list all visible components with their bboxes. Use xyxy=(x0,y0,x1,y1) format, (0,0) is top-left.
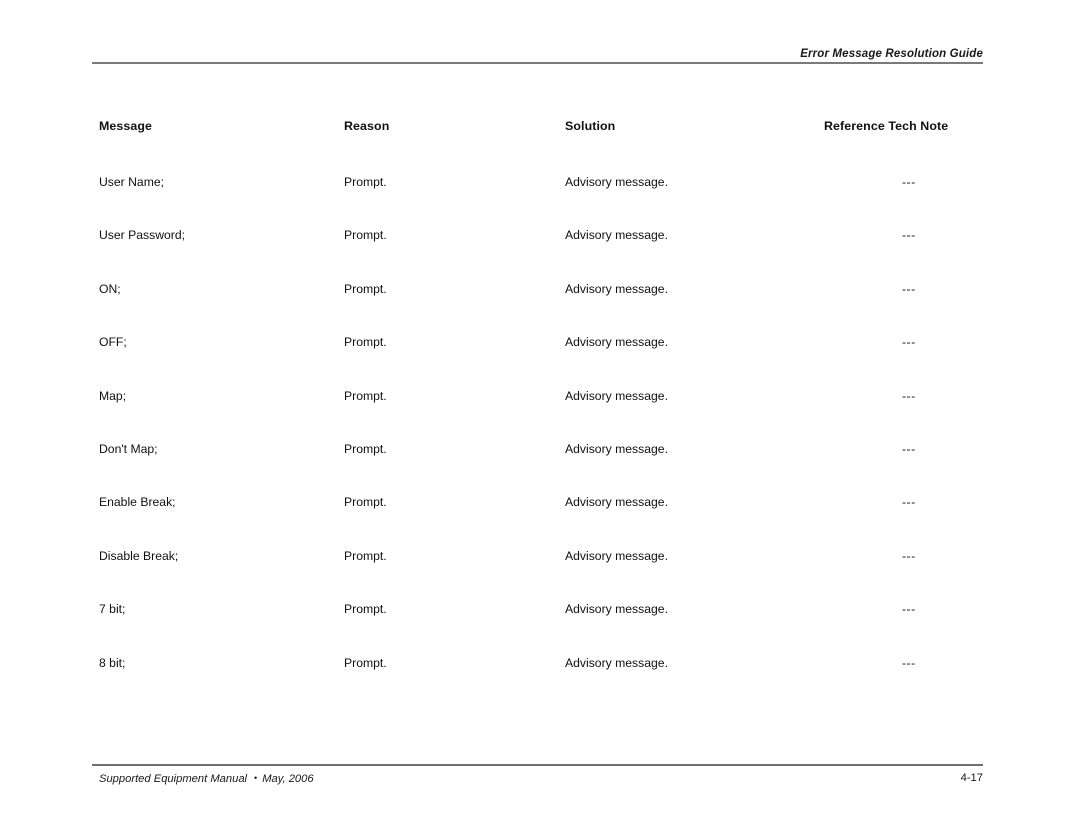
cell-message: Enable Break; xyxy=(99,495,176,510)
table-row: User Password; Prompt. Advisory message.… xyxy=(92,227,983,280)
column-header-reason: Reason xyxy=(344,119,390,133)
running-header-title: Error Message Resolution Guide xyxy=(800,48,983,60)
running-header: Error Message Resolution Guide xyxy=(92,44,983,62)
cell-reference: --- xyxy=(902,548,916,563)
cell-message: 7 bit; xyxy=(99,602,126,617)
cell-reference: --- xyxy=(902,602,916,617)
header-rule xyxy=(92,62,983,64)
cell-reason: Prompt. xyxy=(344,602,387,617)
footer-manual-title: Supported Equipment Manual xyxy=(99,773,248,785)
bullet-separator-icon: • xyxy=(254,773,258,783)
column-header-solution: Solution xyxy=(565,119,616,133)
cell-message: OFF; xyxy=(99,335,127,350)
cell-reason: Prompt. xyxy=(344,441,387,456)
cell-solution: Advisory message. xyxy=(565,441,668,456)
column-header-message: Message xyxy=(99,119,153,133)
cell-reference: --- xyxy=(902,175,916,189)
cell-message: Disable Break; xyxy=(99,548,179,563)
cell-solution: Advisory message. xyxy=(565,655,668,670)
column-header-reference-tech-note: Reference Tech Note xyxy=(824,119,949,133)
table-row: Disable Break; Prompt. Advisory message.… xyxy=(92,548,983,601)
cell-solution: Advisory message. xyxy=(565,548,668,563)
cell-message: User Password; xyxy=(99,228,186,243)
cell-solution: Advisory message. xyxy=(565,175,668,189)
page-number: 4-17 xyxy=(960,772,983,784)
cell-solution: Advisory message. xyxy=(565,228,668,243)
cell-message: ON; xyxy=(99,281,121,296)
table-row: ON; Prompt. Advisory message. --- xyxy=(92,281,983,334)
cell-solution: Advisory message. xyxy=(565,602,668,617)
cell-reference: --- xyxy=(902,441,916,456)
cell-reason: Prompt. xyxy=(344,228,387,243)
running-footer: Supported Equipment Manual • May, 2006 4-1… xyxy=(92,770,983,788)
cell-reference: --- xyxy=(902,281,916,296)
cell-reason: Prompt. xyxy=(344,548,387,563)
table-row: Enable Break; Prompt. Advisory message. … xyxy=(92,494,983,547)
cell-message: 8 bit; xyxy=(99,655,126,670)
table-row: Don't Map; Prompt. Advisory message. --- xyxy=(92,441,983,494)
footer-manual-info: Supported Equipment Manual • May, 2006 xyxy=(99,770,314,787)
cell-solution: Advisory message. xyxy=(565,495,668,510)
cell-reference: --- xyxy=(902,388,916,403)
error-message-table: Message Reason Solution Reference Tech N… xyxy=(92,118,983,708)
cell-reason: Prompt. xyxy=(344,495,387,510)
cell-reference: --- xyxy=(902,228,916,243)
cell-reason: Prompt. xyxy=(344,655,387,670)
cell-reason: Prompt. xyxy=(344,388,387,403)
document-page: Error Message Resolution Guide Message R… xyxy=(0,0,1080,834)
cell-reason: Prompt. xyxy=(344,175,387,189)
table-row: 8 bit; Prompt. Advisory message. --- xyxy=(92,655,983,708)
table-header-row: Message Reason Solution Reference Tech N… xyxy=(92,118,983,174)
cell-message: Don't Map; xyxy=(99,441,158,456)
cell-solution: Advisory message. xyxy=(565,388,668,403)
footer-rule xyxy=(92,764,983,766)
table-row: OFF; Prompt. Advisory message. --- xyxy=(92,334,983,387)
footer-date: May, 2006 xyxy=(262,773,314,785)
cell-reference: --- xyxy=(902,655,916,670)
table-row: 7 bit; Prompt. Advisory message. --- xyxy=(92,601,983,654)
cell-reference: --- xyxy=(902,495,916,510)
table-row: User Name; Prompt. Advisory message. --- xyxy=(92,174,983,227)
cell-solution: Advisory message. xyxy=(565,281,668,296)
cell-message: User Name; xyxy=(99,175,165,189)
cell-reason: Prompt. xyxy=(344,335,387,350)
table-row: Map; Prompt. Advisory message. --- xyxy=(92,388,983,441)
cell-reference: --- xyxy=(902,335,916,350)
cell-message: Map; xyxy=(99,388,127,403)
cell-solution: Advisory message. xyxy=(565,335,668,350)
cell-reason: Prompt. xyxy=(344,281,387,296)
